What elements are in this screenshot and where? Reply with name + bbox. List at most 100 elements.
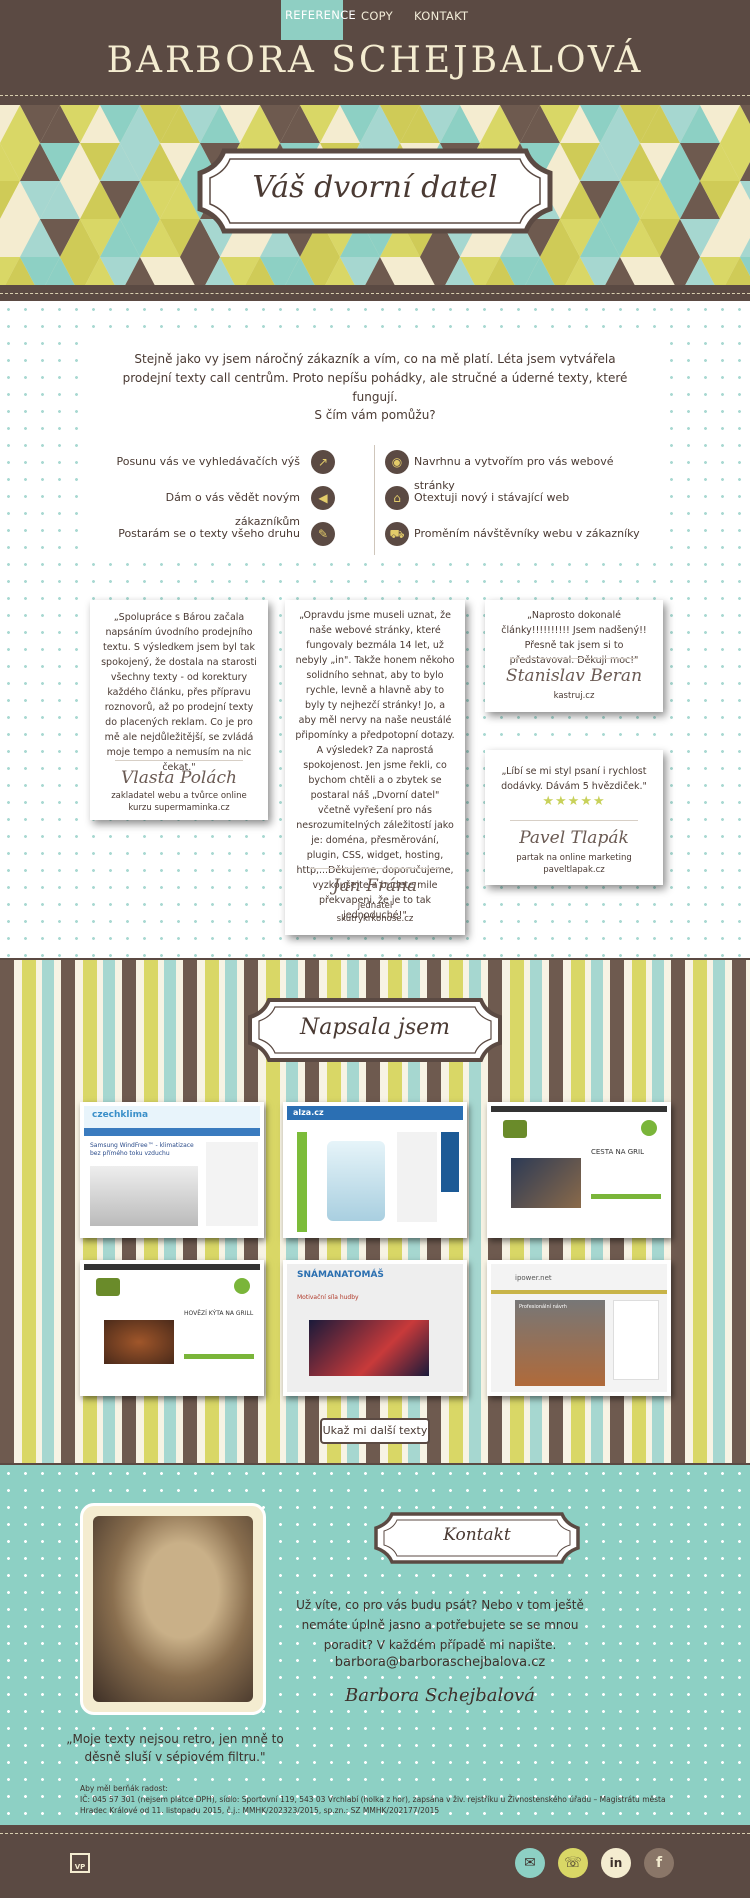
- more-texts-button[interactable]: Ukaž mi další texty: [320, 1418, 430, 1444]
- shot-logo: SNÁMANATOMÁŠ: [297, 1270, 384, 1280]
- shot-sidebar: [613, 1300, 659, 1380]
- shot-cart-icon: [234, 1278, 250, 1294]
- testimonial-divider: [310, 868, 440, 869]
- shot-logo: ipower.net: [515, 1274, 552, 1282]
- pencil-icon: ✎: [311, 522, 335, 546]
- banner-divider: [0, 293, 750, 294]
- shot-headline: Motivační síla hudby: [297, 1294, 359, 1301]
- testimonial-card: „Opravdu jsme museli uznat, že naše webo…: [285, 600, 465, 935]
- shot-button: [591, 1194, 661, 1199]
- portfolio-shot-ipower[interactable]: ipower.net Profesionální návrh: [487, 1260, 671, 1396]
- shot-sidebar: [206, 1142, 258, 1226]
- hero-tagline: Váš dvorní datel: [252, 170, 498, 205]
- testimonial-divider: [115, 760, 243, 761]
- shot-button: [184, 1354, 254, 1359]
- testimonial-signature: Vlasta Polách: [121, 768, 237, 788]
- portfolio-shot-grill-2[interactable]: HOVĚZÍ KÝTA NA GRILL: [80, 1260, 264, 1396]
- contact-title: Kontakt: [443, 1525, 511, 1545]
- portrait-photo: [93, 1516, 253, 1702]
- home-icon: ⌂: [385, 486, 409, 510]
- site-footer: [0, 1827, 750, 1898]
- shot-headline: Profesionální návrh: [519, 1304, 567, 1310]
- nav-item-copy[interactable]: COPY: [361, 9, 393, 23]
- shot-logo: czechklima: [92, 1110, 149, 1120]
- testimonial-signature: Stanislav Beran: [505, 666, 643, 686]
- shot-ad: [441, 1132, 459, 1192]
- site-title[interactable]: BARBORA SCHEJBALOVÁ: [0, 40, 750, 81]
- help-title: S čím vám pomůžu?: [314, 408, 436, 422]
- testimonial-signature: Pavel Tlapák: [519, 828, 629, 848]
- shot-cart-icon: [641, 1120, 657, 1136]
- email-icon[interactable]: ✉: [515, 1848, 545, 1878]
- portfolio-shot-alza[interactable]: alza.cz: [283, 1102, 467, 1238]
- megaphone-icon: ◀: [311, 486, 335, 510]
- testimonial-quote: „Naprosto dokonalé články!!!!!!!!!! Jsem…: [501, 610, 647, 666]
- shot-image: [104, 1320, 174, 1364]
- shot-image: [309, 1320, 429, 1376]
- contact-text: Už víte, co pro vás budu psát? Nebo v to…: [296, 1598, 584, 1652]
- top-nav: REFERENCE COPY KONTAKT: [0, 0, 750, 40]
- legal-heading: Aby měl berňák radost:: [80, 1784, 168, 1793]
- shot-logo: alza.cz: [293, 1108, 324, 1117]
- service-label: Posunu vás ve vyhledávačích výš: [116, 455, 300, 468]
- footer-divider: [0, 1833, 750, 1834]
- shot-image: [515, 1300, 605, 1386]
- testimonial-role: jednatel: [357, 901, 393, 911]
- nav-item-kontakt[interactable]: KONTAKT: [414, 9, 468, 23]
- services-divider: [374, 445, 375, 555]
- testimonial-divider: [510, 820, 638, 821]
- service-texts: Postarám se o texty všeho druhu ✎: [100, 522, 335, 546]
- shot-product-image: [327, 1141, 385, 1221]
- shot-side-banner: [297, 1132, 307, 1232]
- service-label: Otextuji nový i stávající web: [414, 491, 570, 504]
- header-divider: [0, 95, 750, 96]
- intro-text: Stejně jako vy jsem náročný zákazník a v…: [122, 352, 628, 404]
- shot-headline: CESTA NA GRIL: [591, 1148, 645, 1156]
- testimonial-divider: [510, 658, 638, 659]
- service-label: Proměním návštěvníky webu v zákazníky: [414, 527, 640, 540]
- testimonial-website: paveltlapak.cz: [543, 865, 605, 875]
- shot-image: [90, 1166, 198, 1226]
- phone-icon[interactable]: ☏: [558, 1848, 588, 1878]
- testimonial-card: „Spolupráce s Bárou začala napsáním úvod…: [90, 600, 268, 820]
- chart-icon: ↗: [311, 450, 335, 474]
- handwritten-signature: Barbora Schejbalová: [345, 1685, 535, 1706]
- shot-topbar: [491, 1106, 667, 1112]
- service-seo: Posunu vás ve vyhledávačích výš ↗: [100, 450, 335, 474]
- portfolio-shot-czechklima[interactable]: czechklima Samsung WindFree™ - klimatiza…: [80, 1102, 264, 1238]
- testimonial-card: „Líbí se mi styl psaní i rychlost dodávk…: [485, 750, 663, 885]
- shot-image: [511, 1158, 581, 1208]
- shot-logo-badge: [503, 1120, 527, 1138]
- legal-info: Aby měl berňák radost: IČ: 045 57 301 (n…: [80, 1783, 680, 1816]
- photo-caption: „Moje texty nejsou retro, jen mně to děs…: [66, 1732, 284, 1764]
- service-convert: ⛟ Proměním návštěvníky webu v zákazníky: [385, 522, 655, 546]
- testimonial-signature: Jan Frána: [332, 876, 418, 896]
- service-promo: Dám o vás vědět novým zákazníkům ◀: [100, 486, 335, 528]
- service-web: ◉ Navrhnu a vytvořím pro vás webové strá…: [385, 450, 655, 492]
- shot-topbar: [84, 1264, 260, 1270]
- contact-email-link[interactable]: barbora@barboraschejbalova.cz: [280, 1655, 600, 1670]
- shot-info: [397, 1132, 437, 1222]
- shot-headline: HOVĚZÍ KÝTA NA GRILL: [184, 1310, 254, 1317]
- vp-logo[interactable]: VP: [70, 1853, 90, 1873]
- portfolio-shot-grill-1[interactable]: CESTA NA GRIL: [487, 1102, 671, 1238]
- nav-item-reference[interactable]: REFERENCE: [281, 0, 356, 40]
- linkedin-icon[interactable]: in: [601, 1848, 631, 1878]
- legal-details: IČ: 045 57 301 (nejsem plátce DPH), sídl…: [80, 1795, 666, 1815]
- portfolio-shot-snamanatomas[interactable]: SNÁMANATOMÁŠ Motivační síla hudby: [283, 1260, 467, 1396]
- shot-logo-badge: [96, 1278, 120, 1296]
- testimonial-role: partak na online marketing: [516, 853, 632, 863]
- facebook-icon[interactable]: f: [644, 1848, 674, 1878]
- service-copy: ⌂ Otextuji nový i stávající web: [385, 486, 655, 510]
- cart-icon: ⛟: [385, 522, 409, 546]
- shot-nav: [84, 1128, 260, 1136]
- testimonial-website: skutrykrkonose.cz: [336, 914, 414, 924]
- shot-nav: [491, 1290, 667, 1294]
- testimonial-quote: „Spolupráce s Bárou začala napsáním úvod…: [101, 612, 257, 773]
- testimonial-role: zakladatel webu a tvůrce online kurzu su…: [111, 791, 247, 813]
- testimonial-card: „Naprosto dokonalé články!!!!!!!!!! Jsem…: [485, 600, 663, 712]
- testimonial-role: kastruj.cz: [553, 691, 595, 701]
- eye-icon: ◉: [385, 450, 409, 474]
- testimonial-quote: „Líbí se mi styl psaní i rychlost dodávk…: [501, 766, 647, 792]
- portfolio-title: Napsala jsem: [300, 1015, 450, 1040]
